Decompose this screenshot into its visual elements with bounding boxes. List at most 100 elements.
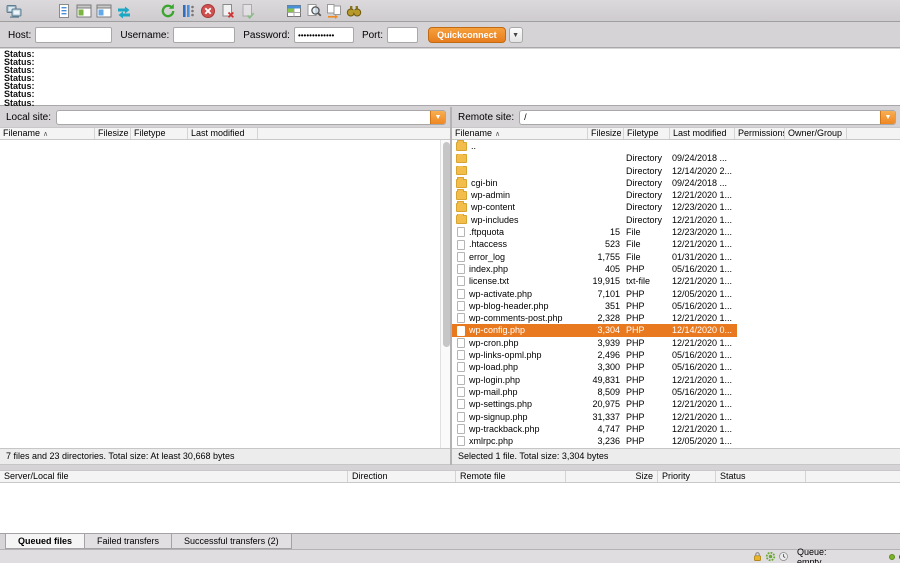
file-icon bbox=[457, 240, 465, 250]
refresh-icon[interactable] bbox=[158, 1, 178, 21]
clock-icon bbox=[778, 551, 789, 562]
local-col-filetype[interactable]: Filetype bbox=[131, 128, 188, 139]
combo-arrow-icon[interactable]: ▼ bbox=[880, 111, 895, 124]
local-scrollbar[interactable] bbox=[440, 140, 450, 448]
file-row[interactable]: Directory 09/24/2018 ... bbox=[452, 152, 737, 164]
local-file-list[interactable] bbox=[0, 140, 450, 448]
file-icon bbox=[457, 350, 465, 360]
file-icon bbox=[457, 313, 465, 323]
file-row[interactable]: xmlrpc.php 3,236 PHP 12/05/2020 1... bbox=[452, 435, 737, 447]
password-label: Password: bbox=[243, 30, 290, 41]
file-row[interactable]: .htaccess 523 File 12/21/2020 1... bbox=[452, 238, 737, 250]
file-row[interactable]: wp-includes Directory 12/21/2020 1... bbox=[452, 214, 737, 226]
remote-file-list[interactable]: .. Directory 09/24/2018 ... Directory 12… bbox=[452, 140, 900, 448]
remote-site-label: Remote site: bbox=[458, 112, 514, 123]
file-icon bbox=[456, 191, 467, 200]
file-row[interactable]: cgi-bin Directory 09/24/2018 ... bbox=[452, 177, 737, 189]
status-line: Status: bbox=[4, 50, 900, 58]
queue-col-size[interactable]: Size bbox=[566, 471, 658, 482]
file-row[interactable]: license.txt 19,915 txt-file 12/21/2020 1… bbox=[452, 275, 737, 287]
queue-col-local[interactable]: Server/Local file bbox=[0, 471, 348, 482]
queue-col-remote[interactable]: Remote file bbox=[456, 471, 566, 482]
search-icon[interactable] bbox=[304, 1, 324, 21]
file-row[interactable]: wp-activate.php 7,101 PHP 12/05/2020 1..… bbox=[452, 288, 737, 300]
file-row[interactable]: Directory 12/14/2020 2... bbox=[452, 165, 737, 177]
reconnect-icon[interactable] bbox=[238, 1, 258, 21]
username-input[interactable] bbox=[173, 27, 235, 43]
file-icon bbox=[456, 154, 467, 163]
remote-column-headers: Filename∧ Filesize Filetype Last modifie… bbox=[452, 127, 900, 140]
file-icon bbox=[457, 264, 465, 274]
transfer-queue-list[interactable] bbox=[0, 483, 900, 533]
synchronized-browsing-icon[interactable] bbox=[324, 1, 344, 21]
scrollbar-thumb[interactable] bbox=[443, 142, 450, 347]
file-row[interactable]: error_log 1,755 File 01/31/2020 1... bbox=[452, 251, 737, 263]
file-icon bbox=[457, 436, 465, 446]
remote-site-bar: Remote site: /▼ bbox=[450, 107, 900, 127]
password-input[interactable] bbox=[294, 27, 354, 43]
sort-asc-icon: ∧ bbox=[495, 131, 500, 138]
queue-tabs: Queued filesFailed transfersSuccessful t… bbox=[0, 533, 900, 549]
file-row[interactable]: wp-signup.php 31,337 PHP 12/21/2020 1... bbox=[452, 411, 737, 423]
file-row[interactable]: wp-trackback.php 4,747 PHP 12/21/2020 1.… bbox=[452, 423, 737, 435]
local-col-filesize[interactable]: Filesize bbox=[95, 128, 131, 139]
combo-arrow-icon[interactable]: ▼ bbox=[430, 111, 445, 124]
file-row[interactable]: index.php 405 PHP 05/16/2020 1... bbox=[452, 263, 737, 275]
local-col-modified[interactable]: Last modified bbox=[188, 128, 258, 139]
file-row[interactable]: .ftpquota 15 File 12/23/2020 1... bbox=[452, 226, 737, 238]
remote-col-permissions[interactable]: Permissions bbox=[735, 128, 785, 139]
remote-col-owner[interactable]: Owner/Group bbox=[785, 128, 847, 139]
file-icon bbox=[457, 252, 465, 262]
remote-col-filetype[interactable]: Filetype bbox=[624, 128, 670, 139]
status-line: Status: bbox=[4, 74, 900, 82]
remote-status-bar: Selected 1 file. Total size: 3,304 bytes bbox=[452, 448, 900, 465]
file-row[interactable]: .. bbox=[452, 140, 737, 152]
quickconnect-button[interactable]: Quickconnect bbox=[428, 27, 506, 43]
disconnect-icon[interactable] bbox=[218, 1, 238, 21]
message-log-icon[interactable] bbox=[54, 1, 74, 21]
local-site-combobox[interactable]: ▼ bbox=[56, 110, 446, 125]
quickconnect-dropdown-icon[interactable]: ▼ bbox=[509, 27, 523, 43]
local-site-bar: Local site: ▼ bbox=[0, 107, 450, 127]
remote-col-modified[interactable]: Last modified bbox=[670, 128, 735, 139]
file-row[interactable]: wp-mail.php 8,509 PHP 05/16/2020 1... bbox=[452, 386, 737, 398]
remote-col-filesize[interactable]: Filesize bbox=[588, 128, 624, 139]
cancel-icon[interactable] bbox=[198, 1, 218, 21]
status-line: Status: bbox=[4, 58, 900, 66]
remote-treeview-icon[interactable] bbox=[94, 1, 114, 21]
queue-column-headers: Server/Local file Direction Remote file … bbox=[0, 470, 900, 483]
activity-indicator-green bbox=[889, 554, 895, 560]
username-label: Username: bbox=[120, 30, 169, 41]
local-col-filename[interactable]: Filename∧ bbox=[0, 128, 95, 139]
directory-comparison-icon[interactable] bbox=[114, 1, 134, 21]
queue-col-status[interactable]: Status bbox=[716, 471, 806, 482]
host-input[interactable] bbox=[35, 27, 112, 43]
local-column-headers: Filename∧ Filesize Filetype Last modifie… bbox=[0, 127, 450, 140]
port-input[interactable] bbox=[387, 27, 418, 43]
queue-col-direction[interactable]: Direction bbox=[348, 471, 456, 482]
find-files-icon[interactable] bbox=[344, 1, 364, 21]
file-row[interactable]: wp-cron.php 3,939 PHP 12/21/2020 1... bbox=[452, 337, 737, 349]
file-row[interactable]: wp-content Directory 12/23/2020 1... bbox=[452, 201, 737, 213]
local-treeview-icon[interactable] bbox=[74, 1, 94, 21]
status-line: Status: bbox=[4, 66, 900, 74]
file-row[interactable]: wp-links-opml.php 2,496 PHP 05/16/2020 1… bbox=[452, 349, 737, 361]
remote-site-combobox[interactable]: /▼ bbox=[519, 110, 896, 125]
queue-tab[interactable]: Queued files bbox=[5, 534, 85, 549]
file-row[interactable]: wp-blog-header.php 351 PHP 05/16/2020 1.… bbox=[452, 300, 737, 312]
file-row[interactable]: wp-login.php 49,831 PHP 12/21/2020 1... bbox=[452, 374, 737, 386]
filter-icon[interactable] bbox=[284, 1, 304, 21]
speed-limits-icon[interactable] bbox=[765, 551, 776, 562]
process-queue-icon[interactable] bbox=[178, 1, 198, 21]
remote-col-filename[interactable]: Filename∧ bbox=[452, 128, 588, 139]
file-row[interactable]: wp-config.php 3,304 PHP 12/14/2020 0... bbox=[452, 324, 737, 336]
file-icon bbox=[457, 375, 465, 385]
file-row[interactable]: wp-comments-post.php 2,328 PHP 12/21/202… bbox=[452, 312, 737, 324]
queue-tab[interactable]: Failed transfers bbox=[84, 534, 172, 549]
file-row[interactable]: wp-admin Directory 12/21/2020 1... bbox=[452, 189, 737, 201]
site-manager-icon[interactable] bbox=[4, 1, 24, 21]
file-row[interactable]: wp-load.php 3,300 PHP 05/16/2020 1... bbox=[452, 361, 737, 373]
file-row[interactable]: wp-settings.php 20,975 PHP 12/21/2020 1.… bbox=[452, 398, 737, 410]
queue-col-priority[interactable]: Priority bbox=[658, 471, 716, 482]
queue-tab[interactable]: Successful transfers (2) bbox=[171, 534, 292, 549]
